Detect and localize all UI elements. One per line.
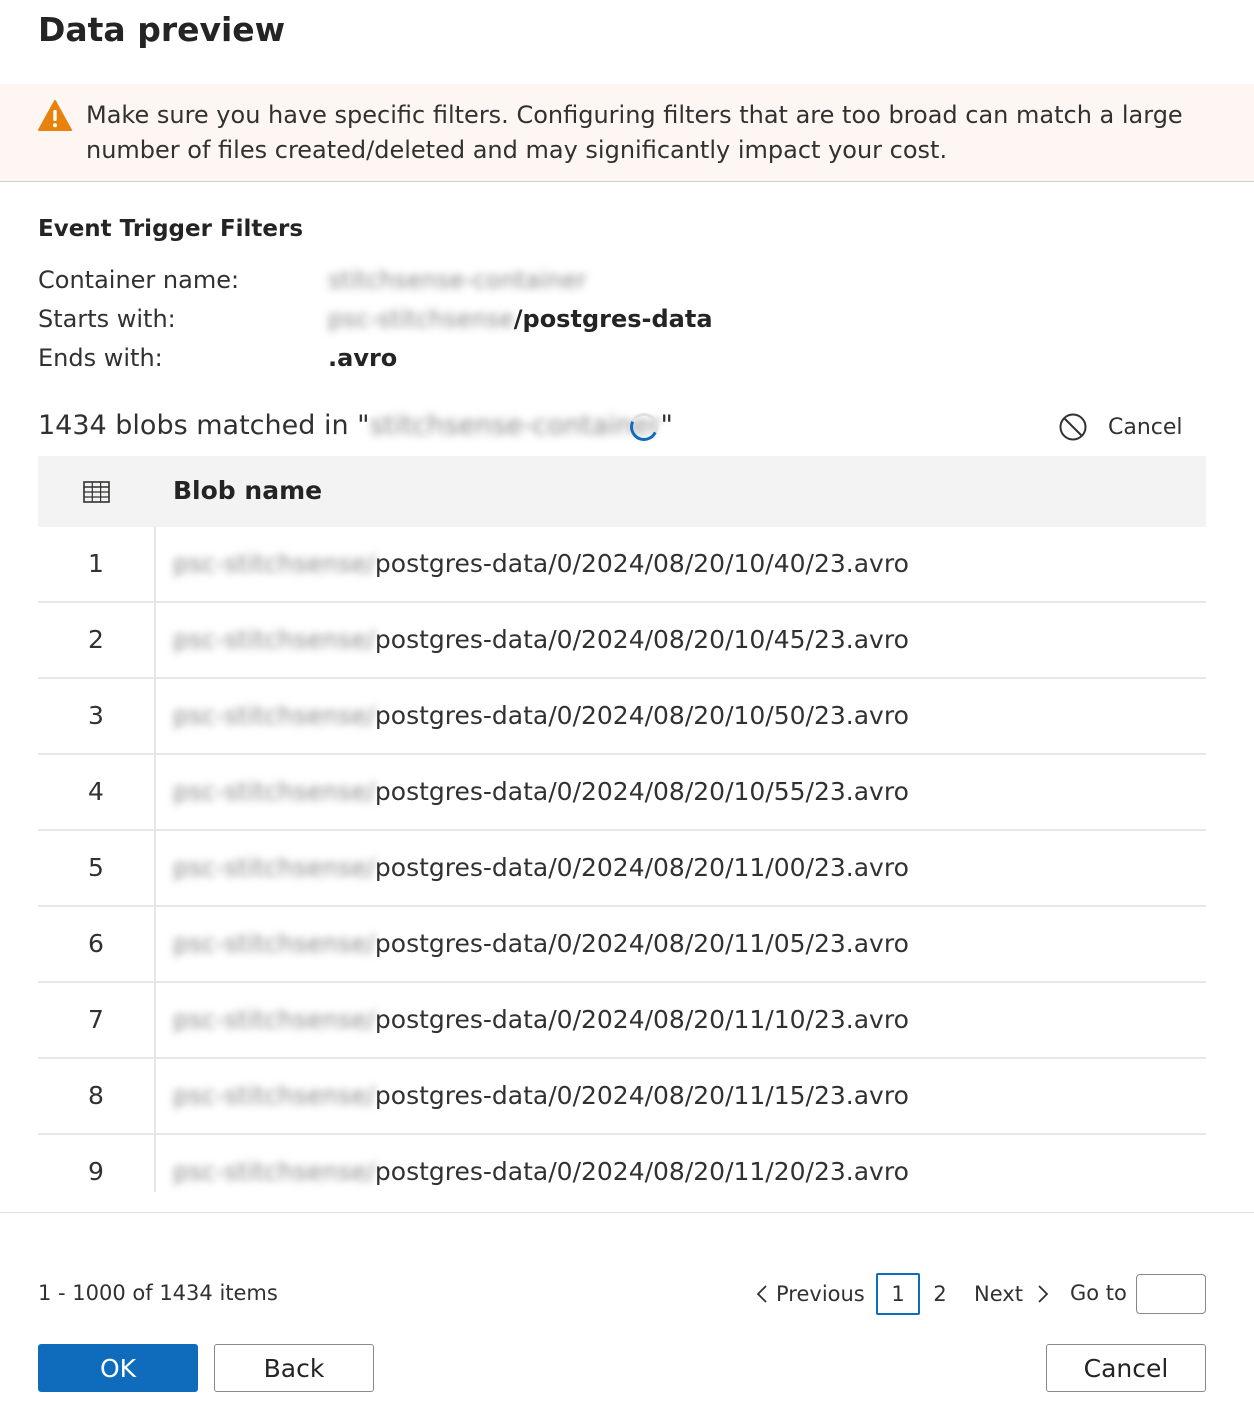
- blob-path: postgres-data/0/2024/08/20/10/50/23.avro: [374, 701, 909, 730]
- blob-prefix: psc-stitchsense/: [173, 625, 375, 654]
- matched-suffix: ": [660, 410, 673, 441]
- table-header: Blob name: [38, 456, 1206, 527]
- page-1-button[interactable]: 1: [876, 1273, 920, 1315]
- ends-with-label: Ends with:: [38, 344, 163, 372]
- blob-path: postgres-data/0/2024/08/20/11/05/23.avro: [374, 929, 909, 958]
- blob-path: postgres-data/0/2024/08/20/10/45/23.avro: [374, 625, 909, 654]
- ok-button[interactable]: OK: [38, 1344, 198, 1392]
- table-row[interactable]: 2 psc-stitchsense/postgres-data/0/2024/08…: [38, 603, 1206, 679]
- row-index: 4: [88, 777, 104, 806]
- table-icon: [83, 481, 110, 503]
- dialog-title: Data preview: [38, 10, 286, 49]
- blob-prefix: psc-stitchsense/: [173, 853, 375, 882]
- blob-name-cell: psc-stitchsense/postgres-data/0/2024/08/…: [173, 1157, 909, 1186]
- container-name-label: Container name:: [38, 266, 240, 294]
- blob-name-cell: psc-stitchsense/postgres-data/0/2024/08/…: [173, 625, 909, 654]
- row-index: 9: [88, 1157, 104, 1186]
- starts-with-prefix: psc-stitchsense: [328, 305, 514, 333]
- blob-path: postgres-data/0/2024/08/20/11/00/23.avro: [374, 853, 909, 882]
- blob-name-cell: psc-stitchsense/postgres-data/0/2024/08/…: [173, 701, 909, 730]
- table-row[interactable]: 4 psc-stitchsense/postgres-data/0/2024/08…: [38, 755, 1206, 831]
- starts-with-label: Starts with:: [38, 305, 176, 333]
- cancel-loading-button[interactable]: Cancel: [1058, 410, 1183, 444]
- table-row[interactable]: 6 psc-stitchsense/postgres-data/0/2024/08…: [38, 907, 1206, 983]
- warning-banner: Make sure you have specific filters. Con…: [0, 84, 1254, 182]
- matched-container: stitchsense-container: [369, 410, 661, 441]
- table-row[interactable]: 7 psc-stitchsense/postgres-data/0/2024/08…: [38, 983, 1206, 1059]
- row-index: 6: [88, 929, 104, 958]
- ends-with-value: .avro: [328, 344, 398, 372]
- page-2-button[interactable]: 2: [918, 1273, 962, 1315]
- blob-prefix: psc-stitchsense/: [173, 1005, 375, 1034]
- next-label: Next: [974, 1282, 1023, 1306]
- blob-path: postgres-data/0/2024/08/20/10/55/23.avro: [374, 777, 909, 806]
- cancel-circle-icon: [1059, 413, 1087, 441]
- table-row[interactable]: 1 psc-stitchsense/postgres-data/0/2024/08…: [38, 527, 1206, 603]
- goto-label: Go to: [1070, 1281, 1127, 1305]
- items-count: 1 - 1000 of 1434 items: [38, 1281, 278, 1305]
- table-row[interactable]: 8 psc-stitchsense/postgres-data/0/2024/08…: [38, 1059, 1206, 1135]
- row-index: 2: [88, 625, 104, 654]
- cancel-loading-label: Cancel: [1108, 414, 1183, 440]
- blob-name-cell: psc-stitchsense/postgres-data/0/2024/08/…: [173, 777, 909, 806]
- blob-name-column-header[interactable]: Blob name: [173, 476, 322, 505]
- starts-with-value: psc-stitchsense/postgres-data: [328, 305, 713, 333]
- blob-path: postgres-data/0/2024/08/20/11/10/23.avro: [374, 1005, 909, 1034]
- row-index: 5: [88, 853, 104, 882]
- blob-name-cell: psc-stitchsense/postgres-data/0/2024/08/…: [173, 1081, 909, 1110]
- back-button[interactable]: Back: [214, 1344, 374, 1392]
- row-index: 7: [88, 1005, 104, 1034]
- starts-with-suffix: /postgres-data: [513, 305, 713, 333]
- table-row[interactable]: 3 psc-stitchsense/postgres-data/0/2024/08…: [38, 679, 1206, 755]
- matched-prefix: 1434 blobs matched in ": [38, 410, 370, 441]
- footer-divider: [0, 1212, 1254, 1213]
- table-row[interactable]: 5 psc-stitchsense/postgres-data/0/2024/08…: [38, 831, 1206, 907]
- row-index: 3: [88, 701, 104, 730]
- next-page-button[interactable]: Next: [974, 1273, 1049, 1315]
- matched-count-text: 1434 blobs matched in "stitchsense-conta…: [38, 410, 673, 441]
- blob-prefix: psc-stitchsense/: [173, 701, 375, 730]
- blob-name-cell: psc-stitchsense/postgres-data/0/2024/08/…: [173, 1005, 909, 1034]
- blob-path: postgres-data/0/2024/08/20/10/40/23.avro: [374, 549, 909, 578]
- previous-page-button[interactable]: Previous: [756, 1273, 865, 1315]
- blob-path: postgres-data/0/2024/08/20/11/20/23.avro: [374, 1157, 909, 1186]
- cancel-button[interactable]: Cancel: [1046, 1344, 1206, 1392]
- table-row[interactable]: 9 psc-stitchsense/postgres-data/0/2024/08…: [38, 1135, 1206, 1192]
- filters-heading: Event Trigger Filters: [38, 216, 304, 242]
- chevron-left-icon: [756, 1285, 767, 1303]
- blob-table: Blob name 1 psc-stitchsense/postgres-data…: [38, 456, 1206, 1192]
- warning-text: Make sure you have specific filters. Con…: [86, 101, 1183, 164]
- blob-name-cell: psc-stitchsense/postgres-data/0/2024/08/…: [173, 549, 909, 578]
- blob-name-cell: psc-stitchsense/postgres-data/0/2024/08/…: [173, 853, 909, 882]
- blob-prefix: psc-stitchsense/: [173, 549, 375, 578]
- previous-label: Previous: [776, 1282, 865, 1306]
- row-index: 1: [88, 549, 104, 578]
- blob-prefix: psc-stitchsense/: [173, 929, 375, 958]
- blob-prefix: psc-stitchsense/: [173, 1157, 375, 1186]
- blob-prefix: psc-stitchsense/: [173, 1081, 375, 1110]
- blob-path: postgres-data/0/2024/08/20/11/15/23.avro: [374, 1081, 909, 1110]
- blob-name-cell: psc-stitchsense/postgres-data/0/2024/08/…: [173, 929, 909, 958]
- warning-icon: [38, 100, 72, 131]
- blob-prefix: psc-stitchsense/: [173, 777, 375, 806]
- container-name-value: stitchsense-container: [328, 266, 587, 294]
- goto-page-input[interactable]: [1136, 1274, 1206, 1314]
- chevron-right-icon: [1038, 1285, 1049, 1303]
- row-index: 8: [88, 1081, 104, 1110]
